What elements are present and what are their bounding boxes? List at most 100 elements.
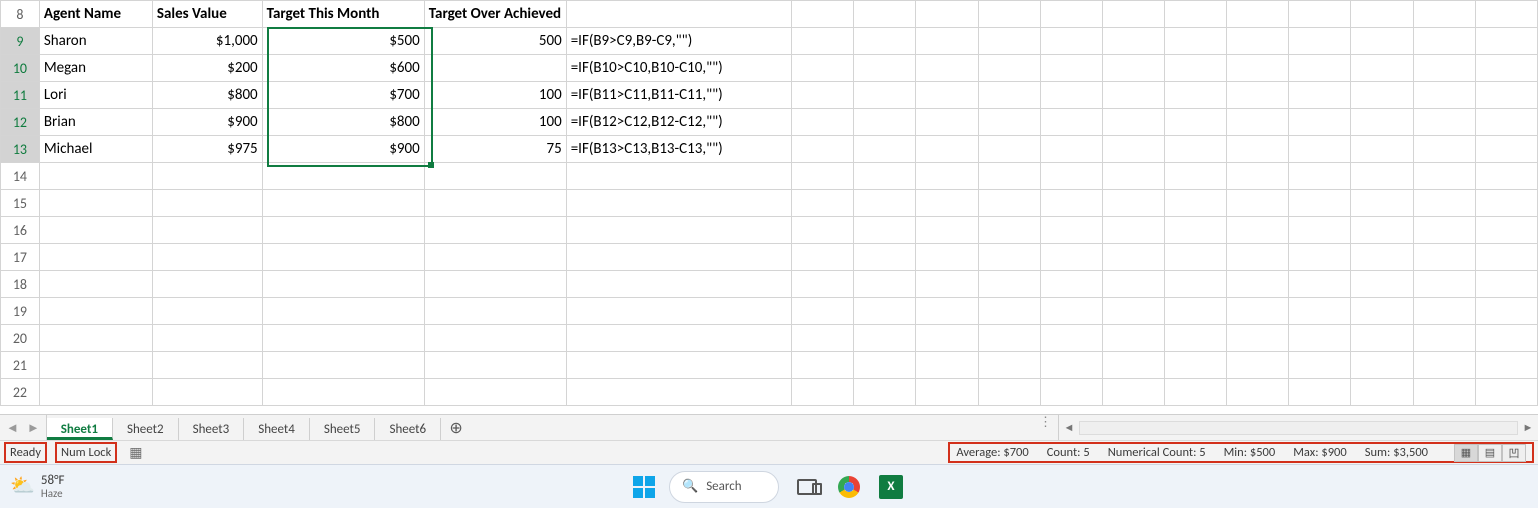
cell[interactable] (792, 217, 854, 244)
cell[interactable] (1475, 82, 1537, 109)
cell[interactable] (792, 325, 854, 352)
cell[interactable] (1102, 352, 1164, 379)
cell[interactable] (1164, 190, 1226, 217)
cell[interactable] (1164, 352, 1226, 379)
excel-app-icon[interactable]: X (877, 473, 905, 501)
cell[interactable] (916, 217, 978, 244)
cell[interactable] (1413, 82, 1475, 109)
tab-scroll-left-icon[interactable]: ◄ (6, 420, 19, 436)
cell[interactable] (978, 163, 1040, 190)
cell[interactable] (39, 244, 152, 271)
cell[interactable] (1040, 244, 1102, 271)
cell[interactable] (978, 379, 1040, 406)
cell[interactable] (262, 352, 424, 379)
cell[interactable] (566, 1, 791, 28)
cell[interactable] (978, 352, 1040, 379)
cell[interactable] (1413, 136, 1475, 163)
sheet-tab[interactable]: Sheet3 (179, 418, 245, 440)
cell[interactable] (1040, 136, 1102, 163)
cell[interactable] (1289, 298, 1351, 325)
cell[interactable] (792, 1, 854, 28)
cell[interactable]: $200 (152, 55, 262, 82)
cell[interactable] (1164, 109, 1226, 136)
cell[interactable] (1475, 217, 1537, 244)
cell[interactable] (39, 352, 152, 379)
cell[interactable] (1351, 82, 1413, 109)
cell[interactable] (978, 271, 1040, 298)
cell[interactable] (792, 28, 854, 55)
scroll-left-icon[interactable]: ◄ (1059, 421, 1079, 434)
cell[interactable] (1475, 325, 1537, 352)
cell[interactable] (1040, 82, 1102, 109)
cell[interactable] (1227, 28, 1289, 55)
cell[interactable]: 500 (424, 28, 566, 55)
cell[interactable] (262, 244, 424, 271)
task-view-button[interactable] (793, 473, 821, 501)
header-cell[interactable]: Sales Value (152, 1, 262, 28)
cell[interactable] (1164, 55, 1226, 82)
cell[interactable] (1413, 325, 1475, 352)
cell[interactable] (1289, 271, 1351, 298)
cell[interactable] (978, 244, 1040, 271)
cell-selected[interactable]: $900 (262, 136, 424, 163)
sheet-tab[interactable]: Sheet4 (244, 418, 310, 440)
cell[interactable] (152, 298, 262, 325)
cell[interactable] (1475, 55, 1537, 82)
cell[interactable] (854, 55, 916, 82)
cell[interactable] (1475, 163, 1537, 190)
cell[interactable]: 100 (424, 109, 566, 136)
cell[interactable] (1475, 109, 1537, 136)
cell[interactable] (1227, 55, 1289, 82)
cell[interactable]: 100 (424, 82, 566, 109)
cell[interactable] (916, 352, 978, 379)
cell[interactable] (1475, 136, 1537, 163)
scroll-track[interactable] (1079, 421, 1518, 435)
cell[interactable] (978, 325, 1040, 352)
cell[interactable] (854, 244, 916, 271)
cell[interactable] (854, 217, 916, 244)
cell[interactable] (916, 325, 978, 352)
row-header[interactable]: 10 (1, 55, 40, 82)
cell[interactable] (1102, 28, 1164, 55)
sheet-tab[interactable]: Sheet2 (113, 418, 179, 440)
view-normal-icon[interactable]: ▦ (1454, 444, 1478, 462)
cell[interactable] (1102, 190, 1164, 217)
cell[interactable] (1351, 55, 1413, 82)
cell[interactable] (424, 298, 566, 325)
cell[interactable] (916, 379, 978, 406)
cell[interactable] (854, 163, 916, 190)
cell[interactable] (1227, 190, 1289, 217)
cell[interactable] (1227, 1, 1289, 28)
cell[interactable] (792, 271, 854, 298)
row-header[interactable]: 8 (1, 1, 40, 28)
cell[interactable] (1289, 352, 1351, 379)
cell[interactable] (792, 379, 854, 406)
row-header[interactable]: 11 (1, 82, 40, 109)
cell[interactable] (39, 163, 152, 190)
cell[interactable] (1227, 82, 1289, 109)
cell[interactable] (1351, 244, 1413, 271)
cell[interactable] (1164, 217, 1226, 244)
cell[interactable] (916, 136, 978, 163)
start-button[interactable] (633, 476, 655, 498)
cell[interactable] (1413, 109, 1475, 136)
cell[interactable] (978, 217, 1040, 244)
header-cell[interactable]: Target Over Achieved (424, 1, 566, 28)
cell[interactable] (1413, 55, 1475, 82)
cell[interactable] (39, 298, 152, 325)
cell[interactable]: $900 (152, 109, 262, 136)
cell[interactable] (1289, 163, 1351, 190)
cell[interactable] (1102, 271, 1164, 298)
cell[interactable] (1102, 379, 1164, 406)
row-header[interactable]: 12 (1, 109, 40, 136)
cell[interactable] (1164, 1, 1226, 28)
cell[interactable] (792, 82, 854, 109)
cell[interactable] (1040, 190, 1102, 217)
cell-selected[interactable]: $700 (262, 82, 424, 109)
cell[interactable] (1475, 352, 1537, 379)
horizontal-scrollbar[interactable]: ◄ ► (1058, 415, 1538, 440)
cell[interactable] (424, 379, 566, 406)
cell[interactable] (262, 298, 424, 325)
macro-record-icon[interactable]: ▦ (129, 444, 142, 461)
cell[interactable] (1289, 136, 1351, 163)
